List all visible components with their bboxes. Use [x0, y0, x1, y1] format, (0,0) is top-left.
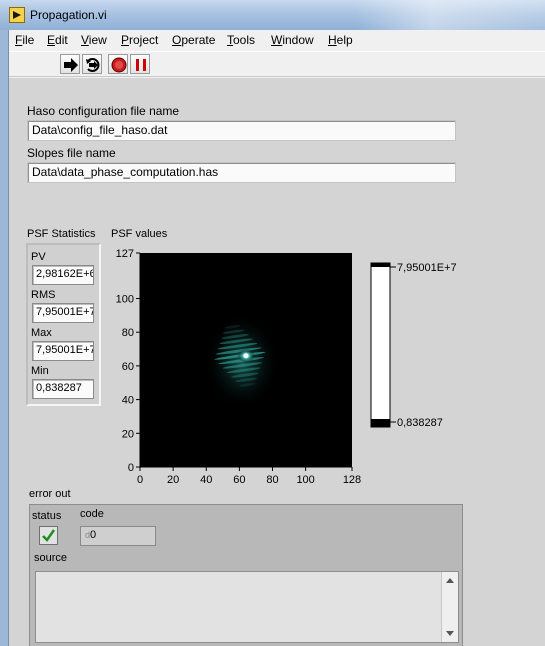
psf-intensity-graph[interactable]: 0 20 40 60 80 100 128 0 20 40 60 80 100 127 — [109, 244, 369, 492]
rms-label: RMS — [31, 289, 56, 301]
y-tick-label: 60 — [122, 361, 134, 373]
rms-indicator: 7,95001E+7 — [32, 303, 94, 323]
error-out-label: error out — [29, 488, 71, 500]
labview-vi-icon — [9, 7, 25, 23]
max-label: Max — [31, 327, 52, 339]
menu-bar: File Edit View Project Operate Tools Win… — [9, 30, 545, 50]
slopes-file-label: Slopes file name — [27, 146, 116, 160]
color-ramp-max-label: 7,95001E+7 — [397, 262, 457, 274]
color-ramp-bottom-marker — [371, 419, 390, 427]
pv-indicator: 2,98162E+6 — [32, 265, 94, 285]
menu-file[interactable]: File — [15, 33, 34, 47]
menu-edit[interactable]: Edit — [47, 33, 68, 47]
checkmark-icon — [42, 529, 56, 542]
status-label: status — [32, 510, 62, 522]
haso-config-label: Haso configuration file name — [27, 104, 180, 118]
color-ramp-bar — [370, 262, 391, 428]
menu-operate[interactable]: Operate — [172, 33, 215, 47]
abort-button[interactable] — [108, 54, 128, 74]
psf-peak — [243, 353, 249, 359]
title-bar[interactable]: Propagation.vi — [0, 0, 545, 30]
run-arrow-icon — [64, 58, 78, 72]
code-label: code — [80, 508, 104, 520]
source-indicator — [35, 571, 459, 643]
psf-values-label: PSF values — [111, 228, 168, 240]
abort-stop-icon — [111, 57, 127, 73]
front-panel: Haso configuration file name Data\config… — [9, 78, 545, 646]
min-indicator: 0,838287 — [32, 379, 94, 399]
window-title: Propagation.vi — [30, 8, 107, 22]
y-tick-label: 127 — [116, 248, 134, 260]
toolbar — [9, 51, 545, 77]
y-tick-label: 100 — [116, 293, 134, 305]
run-continuously-icon — [86, 58, 100, 72]
x-tick-label: 40 — [200, 474, 212, 486]
x-tick-label: 128 — [343, 474, 361, 486]
max-indicator: 7,95001E+7 — [32, 341, 94, 361]
slopes-file-field[interactable]: Data\data_phase_computation.has — [27, 162, 456, 183]
psf-fringe-pattern — [204, 313, 280, 410]
menu-project[interactable]: Project — [121, 33, 158, 47]
y-tick-label: 20 — [122, 428, 134, 440]
pause-icon — [136, 59, 146, 71]
color-ramp-top-marker — [371, 263, 390, 267]
pause-button[interactable] — [130, 54, 150, 74]
x-tick-label: 60 — [233, 474, 245, 486]
x-tick-label: 100 — [296, 474, 314, 486]
vi-window: File Edit View Project Operate Tools Win… — [8, 30, 545, 646]
menu-window[interactable]: Window — [271, 33, 314, 47]
source-label: source — [34, 552, 68, 564]
code-indicator: d0 — [80, 526, 156, 546]
psf-statistics-label: PSF Statistics — [27, 228, 96, 240]
run-continuously-button[interactable] — [82, 54, 102, 74]
x-tick-label: 20 — [167, 474, 179, 486]
psf-color-scale: 7,95001E+7 0,838287 — [370, 262, 457, 429]
x-tick-label: 0 — [137, 474, 143, 486]
menu-help[interactable]: Help — [328, 33, 353, 47]
pv-label: PV — [31, 251, 46, 263]
psf-statistics-cluster: PV 2,98162E+6 RMS 7,95001E+7 Max 7,95001… — [26, 243, 101, 406]
code-value: 0 — [90, 529, 97, 541]
source-scrollbar[interactable] — [441, 572, 458, 642]
error-out-cluster: status code d0 source — [29, 504, 463, 646]
status-indicator — [39, 526, 58, 545]
y-tick-label: 80 — [122, 327, 134, 339]
title-bar-glow — [355, 0, 545, 30]
min-label: Min — [31, 365, 49, 377]
color-ramp-min-label: 0,838287 — [397, 417, 443, 429]
run-button[interactable] — [60, 54, 80, 74]
y-tick-label: 0 — [128, 462, 134, 474]
x-tick-label: 80 — [266, 474, 278, 486]
haso-config-field[interactable]: Data\config_file_haso.dat — [27, 120, 456, 141]
menu-view[interactable]: View — [81, 33, 107, 47]
menu-tools[interactable]: Tools — [227, 33, 255, 47]
scroll-arrows-icon — [446, 578, 454, 636]
y-tick-label: 40 — [122, 395, 134, 407]
